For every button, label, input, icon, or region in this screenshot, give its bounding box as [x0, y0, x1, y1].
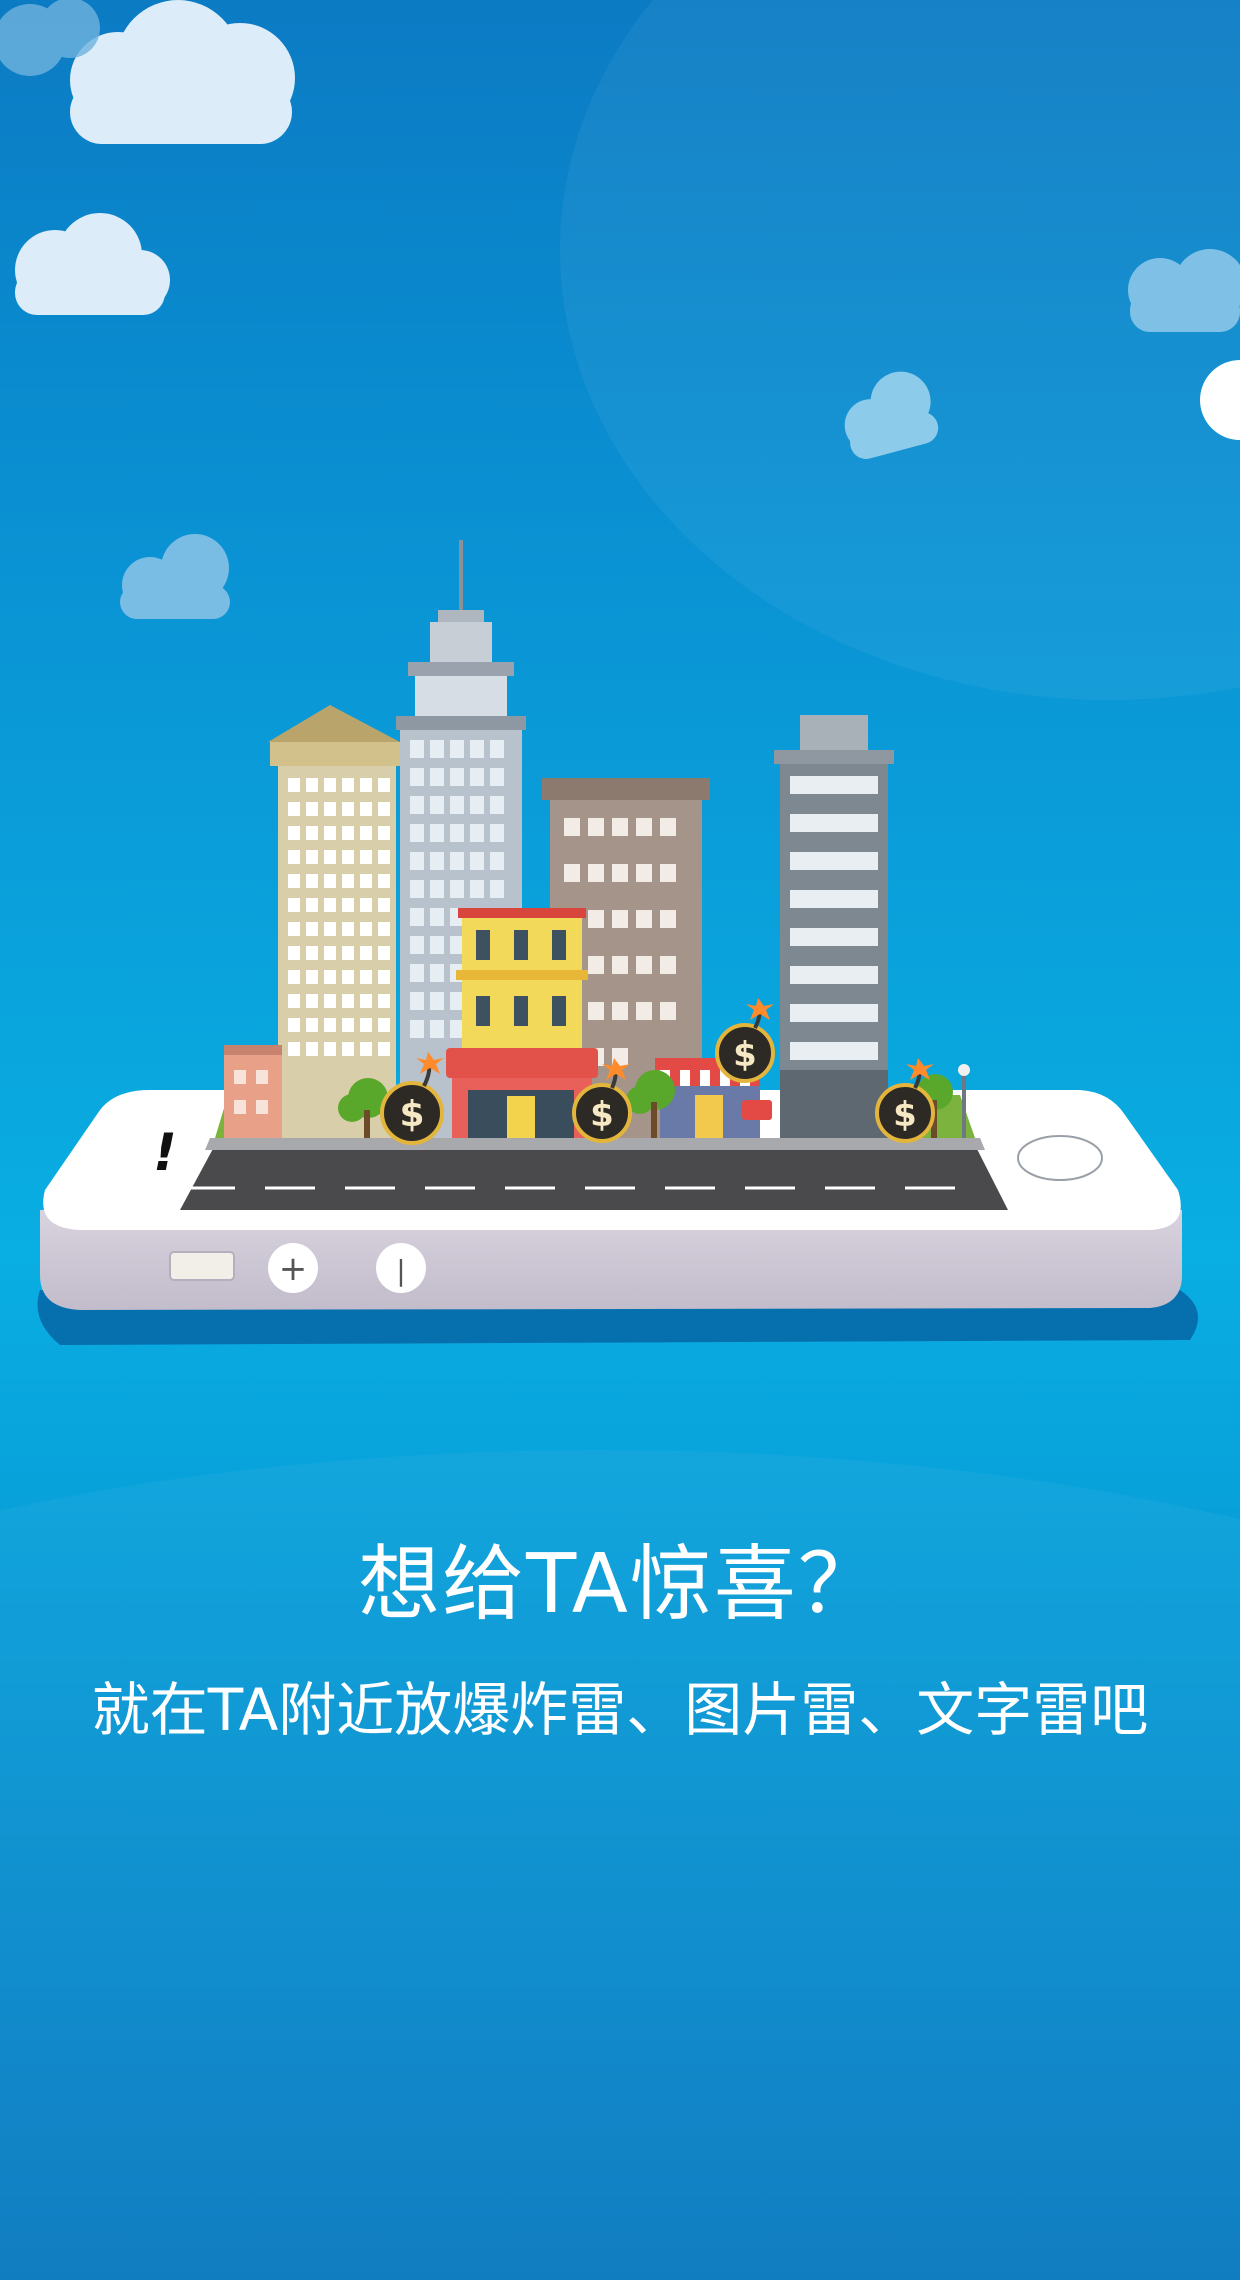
svg-text:$: $	[590, 1095, 614, 1135]
svg-text:$: $	[893, 1095, 917, 1135]
road	[180, 1145, 1008, 1210]
cloud	[1128, 249, 1240, 332]
volume-button	[169, 1251, 235, 1281]
power-glyph: |	[396, 1254, 405, 1287]
building-tower-right	[774, 715, 894, 1138]
alert-glyph: !	[153, 1123, 177, 1183]
cloud	[844, 371, 939, 459]
building-beige	[268, 705, 400, 1138]
subline-text: 就在TA附近放爆炸雷、图片雷、文字雷吧	[91, 1676, 1149, 1744]
cloud	[70, 0, 295, 144]
city-phone-illustration: + | ! $ $ $ $	[0, 0, 1240, 1345]
cloud	[15, 213, 170, 315]
home-button	[1017, 1135, 1103, 1181]
plus-glyph: +	[279, 1249, 308, 1289]
svg-text:$: $	[733, 1035, 757, 1075]
cloud	[120, 534, 230, 619]
headline-text: 想给TA惊喜？	[358, 1537, 882, 1632]
bomb: $	[715, 998, 775, 1083]
cloud	[1200, 360, 1240, 440]
splash-screen: + | ! $ $ $ $ 想给TA惊喜？ 就在TA附近放爆炸雷、图片雷、文字雷…	[0, 0, 1240, 2280]
building-pink-small	[224, 1045, 282, 1138]
svg-text:$: $	[399, 1094, 424, 1135]
